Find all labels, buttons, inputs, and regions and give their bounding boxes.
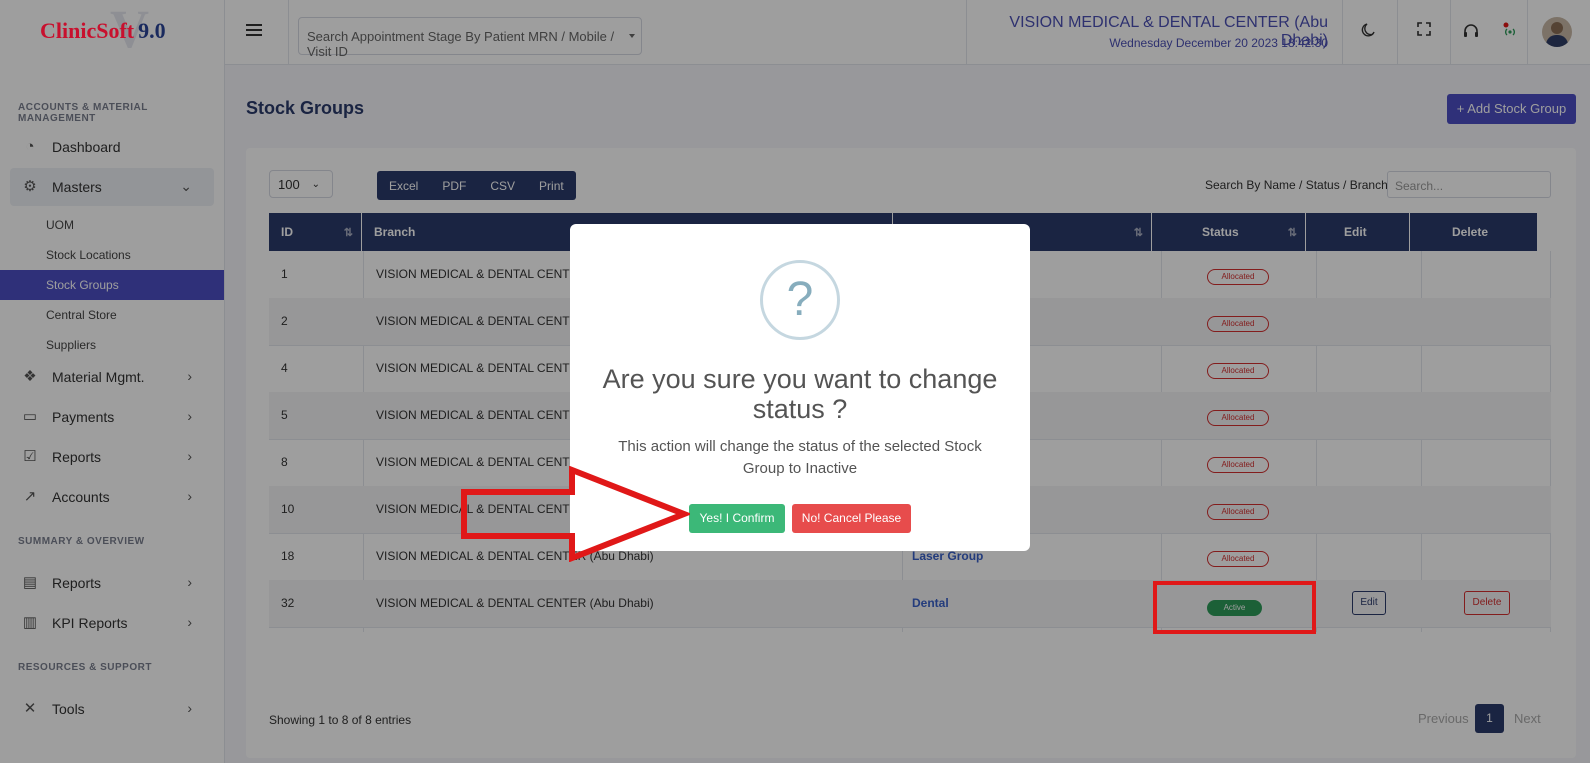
annotation-arrow-icon (461, 466, 690, 562)
annotation-highlight-box (1153, 581, 1316, 634)
logo-version: 9.0 (138, 18, 166, 43)
confirm-button[interactable]: Yes! I Confirm (689, 504, 785, 533)
dialog-title: Are you sure you want to change status ? (602, 364, 998, 424)
question-icon: ? (760, 260, 840, 340)
cancel-button[interactable]: No! Cancel Please (792, 504, 911, 533)
logo-text: ClinicSoft (40, 18, 135, 43)
app-logo[interactable]: ClinicSoft 9.0 (40, 18, 166, 44)
